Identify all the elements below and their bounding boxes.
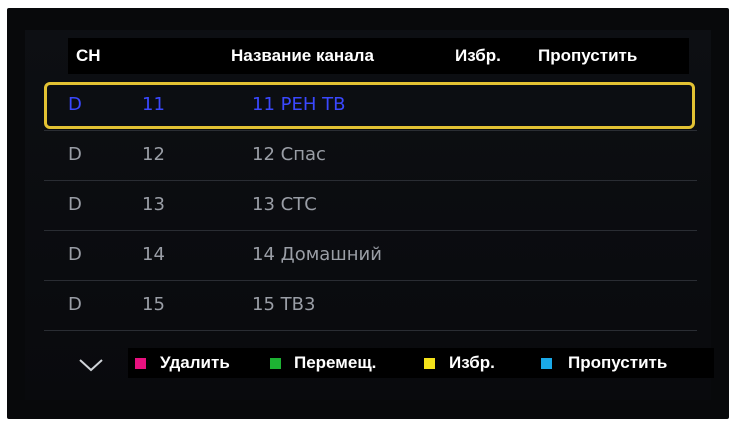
- column-channel-name: Название канала: [231, 46, 374, 65]
- channel-number: 15: [142, 294, 165, 315]
- channel-number: 14: [142, 244, 165, 265]
- channel-type: D: [68, 244, 82, 265]
- column-favorite: Избр.: [455, 46, 501, 65]
- channel-name: 15 ТВ3: [252, 294, 316, 315]
- channel-row[interactable]: D 15 15 ТВ3: [44, 280, 697, 331]
- selection-highlight: [44, 82, 695, 129]
- channel-name: 13 СТС: [252, 194, 317, 215]
- legend-favorite: Избр.: [449, 353, 495, 372]
- channel-name: 14 Домашний: [252, 244, 382, 265]
- channel-type: D: [68, 144, 82, 165]
- channel-row[interactable]: D 12 12 Спас: [44, 130, 697, 181]
- channel-name: 12 Спас: [252, 144, 326, 165]
- column-skip: Пропустить: [538, 46, 638, 65]
- chevron-down-icon[interactable]: [74, 356, 108, 376]
- channel-type: D: [68, 294, 82, 315]
- legend-move: Перемещ.: [294, 353, 377, 372]
- color-key-legend: Удалить Перемещ. Избр. Пропустить: [128, 348, 714, 378]
- column-header: CH Название канала Избр. Пропустить: [68, 38, 689, 74]
- red-key-icon: [135, 358, 146, 369]
- green-key-icon: [270, 358, 281, 369]
- channel-number: 12: [142, 144, 165, 165]
- channel-row[interactable]: D 14 14 Домашний: [44, 230, 697, 281]
- channel-number: 13: [142, 194, 165, 215]
- channel-row[interactable]: D 13 13 СТС: [44, 180, 697, 231]
- channel-type: D: [68, 194, 82, 215]
- yellow-key-icon: [424, 358, 435, 369]
- legend-skip: Пропустить: [568, 353, 668, 372]
- blue-key-icon: [541, 358, 552, 369]
- legend-delete: Удалить: [160, 353, 230, 372]
- column-ch: CH: [76, 46, 101, 65]
